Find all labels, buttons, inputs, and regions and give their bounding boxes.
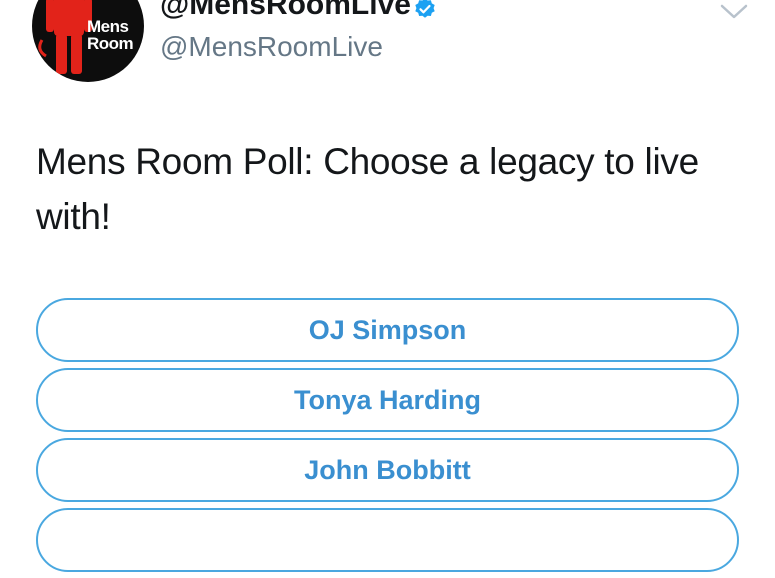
poll-option-tonya-harding[interactable]: Tonya Harding <box>36 368 739 432</box>
user-handle[interactable]: @MensRoomLive <box>160 30 383 64</box>
avatar[interactable]: Mens Room <box>32 0 144 82</box>
poll-option-john-bobbitt[interactable]: John Bobbitt <box>36 438 739 502</box>
avatar-logo-text: Room <box>87 34 134 53</box>
verified-badge-icon <box>415 0 435 18</box>
display-name[interactable]: @MensRoomLive <box>160 0 411 22</box>
poll-option-oj-simpson[interactable]: OJ Simpson <box>36 298 739 362</box>
poll-option-fourth[interactable] <box>36 508 739 572</box>
chevron-down-icon[interactable] <box>718 0 750 22</box>
poll: OJ Simpson Tonya Harding John Bobbitt <box>36 298 739 578</box>
tweet-text: Mens Room Poll: Choose a legacy to live … <box>36 141 699 237</box>
tweet: Mens Room @MensRoomLive @MensRoomLive Me… <box>0 0 775 572</box>
avatar-logo-text: Mens <box>87 17 129 36</box>
